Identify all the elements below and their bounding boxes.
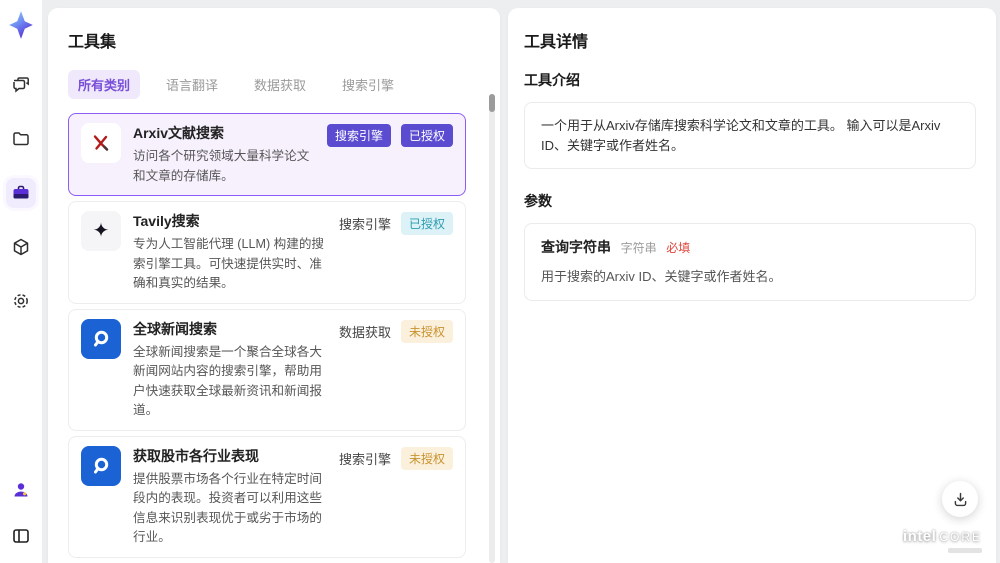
category-tabs: 所有类别 语言翻译 数据获取 搜索引擎 [68, 70, 480, 99]
tool-description: 全球新闻搜索是一个聚合全球各大新闻网站内容的搜索引擎，帮助用户快速获取全球最新资… [133, 344, 322, 418]
main-content: 工具集 所有类别 语言翻译 数据获取 搜索引擎 Arxiv文献搜索 访问各个研究… [42, 0, 1000, 563]
tool-list-item-tavily[interactable]: ✦ Tavily搜索 专为人工智能代理 (LLM) 构建的搜索引擎工具。可快速提… [68, 201, 466, 304]
core-wordmark: core [939, 530, 982, 544]
tavily-star-icon: ✦ [81, 211, 121, 252]
icon-rail [0, 0, 42, 563]
intro-text-box: 一个用于从Arxiv存储库搜索科学论文和文章的工具。 输入可以是Arxiv ID… [524, 102, 976, 169]
rail-bottom [6, 475, 36, 551]
app-root: 工具集 所有类别 语言翻译 数据获取 搜索引擎 Arxiv文献搜索 访问各个研究… [0, 0, 1000, 563]
tool-details-panel: 工具详情 工具介绍 一个用于从Arxiv存储库搜索科学论文和文章的工具。 输入可… [508, 8, 996, 563]
params-heading: 参数 [524, 193, 552, 209]
auth-status-badge: 未授权 [400, 319, 453, 343]
tool-list-item-sector-performance[interactable]: 获取股市各行业表现 提供股票市场各个行业在特定时间段内的表现。投资者可以利用这些… [68, 435, 466, 558]
auth-status-badge: 未授权 [400, 446, 453, 470]
param-type: 字符串 [620, 241, 657, 255]
param-name: 查询字符串 [541, 239, 611, 255]
auth-status-badge: 已授权 [400, 124, 453, 147]
category-label: 搜索引擎 [338, 451, 391, 467]
intel-wordmark: intel [902, 528, 937, 545]
tab-all-categories[interactable]: 所有类别 [68, 70, 141, 99]
toolset-panel: 工具集 所有类别 语言翻译 数据获取 搜索引擎 Arxiv文献搜索 访问各个研究… [48, 8, 500, 563]
category-label: 搜索引擎 [338, 217, 391, 233]
folder-icon[interactable] [6, 124, 36, 154]
tool-description: 提供股票市场各个行业在特定时间段内的表现。投资者可以利用这些信息来识别表现优于或… [133, 471, 322, 545]
cube-icon[interactable] [6, 232, 36, 262]
list-scrollbar [489, 94, 495, 563]
tool-description: 访问各个研究领域大量科学论文和文章的存储库。 [133, 149, 310, 183]
param-box: 查询字符串 字符串 必填 用于搜索的Arxiv ID、关键字或作者姓名。 [524, 223, 976, 301]
download-button[interactable] [942, 481, 978, 517]
intel-core-logo: intel core [903, 528, 982, 553]
category-badge: 搜索引擎 [326, 124, 391, 147]
gear-icon[interactable] [6, 286, 36, 316]
chat-icon[interactable] [6, 70, 36, 100]
briefcase-icon[interactable] [6, 178, 36, 208]
tool-list-item-global-news[interactable]: 全球新闻搜索 全球新闻搜索是一个聚合全球各大新闻网站内容的搜索引擎，帮助用户快速… [68, 308, 466, 431]
toolset-title: 工具集 [68, 34, 117, 51]
blue-q-icon [81, 318, 121, 359]
tool-name: 全球新闻搜索 [133, 320, 217, 337]
param-header: 查询字符串 字符串 必填 [541, 237, 959, 258]
param-description: 用于搜索的Arxiv ID、关键字或作者姓名。 [541, 269, 782, 284]
tool-name: 获取股市各行业表现 [133, 447, 259, 464]
auth-status-badge: 已授权 [400, 212, 453, 236]
intro-heading: 工具介绍 [524, 72, 580, 88]
tool-list-item-arxiv[interactable]: Arxiv文献搜索 访问各个研究领域大量科学论文和文章的存储库。 搜索引擎 已授… [68, 113, 466, 197]
tool-name: Arxiv文献搜索 [133, 125, 225, 141]
details-title: 工具详情 [524, 34, 589, 51]
rail-nav [6, 70, 36, 316]
panel-toggle-icon[interactable] [6, 521, 36, 551]
tab-data-fetch[interactable]: 数据获取 [244, 70, 316, 99]
tab-search-engine[interactable]: 搜索引擎 [332, 70, 404, 99]
intel-logo-sub-bar [948, 548, 982, 553]
tool-description: 专为人工智能代理 (LLM) 构建的搜索引擎工具。可快速提供实时、准确和真实的结… [133, 237, 325, 291]
category-label: 数据获取 [338, 324, 391, 340]
list-scrollbar-thumb[interactable] [489, 94, 495, 112]
param-required-flag: 必填 [666, 241, 691, 255]
tab-language-translation[interactable]: 语言翻译 [156, 70, 228, 99]
blue-q-icon [81, 445, 121, 486]
user-icon[interactable] [6, 475, 36, 505]
app-logo-icon [8, 10, 34, 40]
arxiv-icon [81, 123, 121, 163]
tool-list: Arxiv文献搜索 访问各个研究领域大量科学论文和文章的存储库。 搜索引擎 已授… [68, 113, 480, 563]
tool-name: Tavily搜索 [133, 213, 200, 230]
